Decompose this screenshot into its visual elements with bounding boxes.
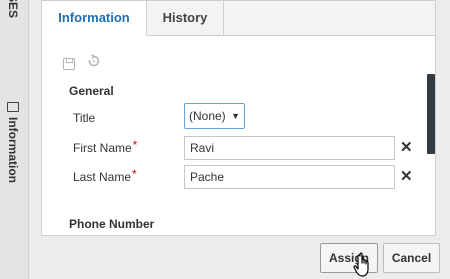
last-name-label-text: Last Name [73, 170, 132, 184]
first-name-label: First Name* [73, 138, 138, 155]
first-name-label-text: First Name [73, 141, 132, 155]
required-marker: * [132, 138, 138, 152]
clear-last-name-icon[interactable]: ✕ [400, 169, 413, 184]
left-sidebar: SES Information [0, 0, 29, 279]
sidebar-top-label: SES [6, 0, 20, 19]
title-select-value: (None) [189, 109, 226, 123]
required-marker: * [132, 167, 137, 181]
last-name-label: Last Name* [73, 167, 137, 184]
reset-icon[interactable] [87, 54, 101, 68]
title-label: Title [73, 111, 96, 125]
first-name-field[interactable]: Ravi [184, 136, 395, 160]
section-phone-number: Phone Number [69, 217, 155, 231]
tab-history[interactable]: History [147, 1, 224, 35]
clear-first-name-icon[interactable]: ✕ [400, 140, 413, 155]
save-icon[interactable] [62, 56, 76, 71]
sidebar-information-label: Information [6, 117, 20, 183]
tab-information[interactable]: Information [42, 1, 147, 36]
contact-dialog: Information History General Title (None)… [41, 0, 436, 236]
tab-bar: Information History [42, 1, 435, 36]
dropdown-arrow-icon: ▼ [231, 111, 240, 121]
title-select[interactable]: (None) ▼ [184, 103, 245, 129]
form-toolbar [62, 54, 109, 71]
document-icon [7, 102, 19, 112]
last-name-field[interactable]: Pache [184, 165, 395, 189]
section-general: General [69, 84, 114, 98]
sidebar-information-tab[interactable]: Information [6, 102, 20, 183]
scrollbar-thumb[interactable] [427, 74, 435, 154]
cancel-button[interactable]: Cancel [383, 243, 440, 273]
hand-cursor-icon [353, 252, 369, 277]
